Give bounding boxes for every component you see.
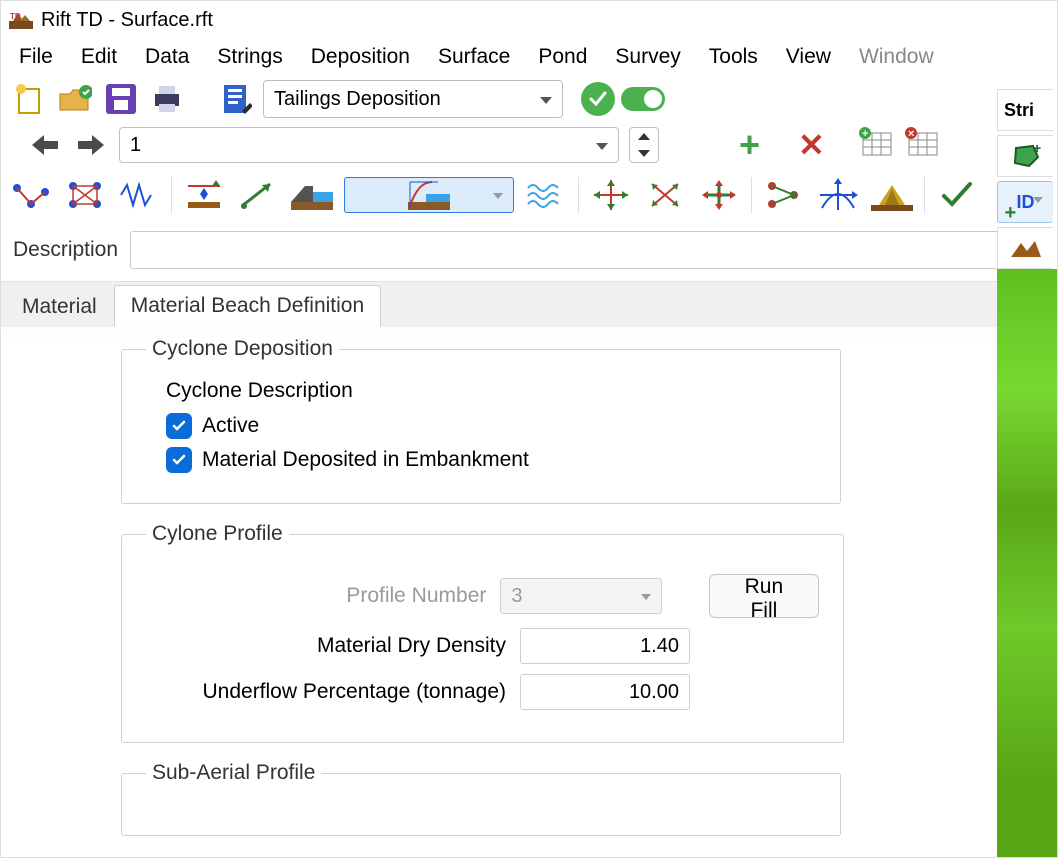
underflow-input[interactable] <box>520 674 690 710</box>
right-side-panel: Stri + ID+ <box>997 89 1057 858</box>
profile-number-select: 3 <box>500 578 662 614</box>
profile-number-label: Profile Number <box>146 584 486 608</box>
menu-strings[interactable]: Strings <box>203 43 296 71</box>
tab-material[interactable]: Material <box>5 286 114 327</box>
new-file-icon[interactable] <box>9 79 49 119</box>
menu-data[interactable]: Data <box>131 43 203 71</box>
right-tab-id[interactable]: ID+ <box>997 181 1053 223</box>
cyclone-profile-group: Cylone Profile Profile Number 3 Run Fill… <box>121 522 844 743</box>
print-icon[interactable] <box>147 79 187 119</box>
add-icon[interactable]: + <box>739 127 760 163</box>
index-dropdown[interactable]: 1 <box>119 127 619 163</box>
density-input[interactable] <box>520 628 690 664</box>
grid-add-icon[interactable]: + <box>857 127 893 163</box>
tab-material-beach[interactable]: Material Beach Definition <box>114 285 381 327</box>
toolbar-analysis <box>1 167 1057 223</box>
index-spinner[interactable] <box>629 127 659 163</box>
cyclone-deposition-group: Cyclone Deposition Cyclone Description A… <box>121 337 841 504</box>
water-waves-icon[interactable] <box>524 173 568 217</box>
nav-back-icon[interactable] <box>27 127 63 163</box>
svg-text:×: × <box>908 128 914 140</box>
right-tab-shape[interactable]: + <box>997 135 1053 177</box>
menu-view[interactable]: View <box>772 43 845 71</box>
menu-file[interactable]: File <box>5 43 67 71</box>
tab-bar: Material Material Beach Definition <box>1 281 1057 327</box>
description-label: Description <box>13 238 118 262</box>
description-row: Description <box>1 223 1057 281</box>
dam-section-icon[interactable] <box>290 173 334 217</box>
right-tab-stri[interactable]: Stri <box>997 89 1053 131</box>
slope-up-icon[interactable] <box>236 173 280 217</box>
menu-window[interactable]: Window <box>845 43 948 71</box>
dam-icon[interactable] <box>870 173 914 217</box>
apply-icon[interactable] <box>581 82 615 116</box>
svg-text:+: + <box>1033 143 1041 156</box>
menu-pond[interactable]: Pond <box>524 43 601 71</box>
embankment-label: Material Deposited in Embankment <box>202 448 529 472</box>
spinner-up-icon[interactable] <box>630 128 658 145</box>
profile-legend: Cylone Profile <box>146 522 289 546</box>
window-title: Rift TD - Surface.rft <box>41 9 213 32</box>
nodes-branch-icon[interactable] <box>762 173 806 217</box>
edit-note-icon[interactable] <box>217 79 257 119</box>
quad-icon[interactable] <box>63 173 107 217</box>
subaerial-legend: Sub-Aerial Profile <box>146 761 321 785</box>
menu-surface[interactable]: Surface <box>424 43 524 71</box>
svg-text:+: + <box>862 128 868 140</box>
curve-dam-icon[interactable] <box>344 177 514 213</box>
toolbar-nav: 1 + ✕ + × <box>1 123 1057 167</box>
app-icon: TD <box>9 11 33 29</box>
menu-tools[interactable]: Tools <box>695 43 772 71</box>
toolbar-main: Tailings Deposition <box>1 75 1057 123</box>
toggle-switch[interactable] <box>621 87 665 111</box>
open-file-icon[interactable] <box>55 79 95 119</box>
active-label: Active <box>202 414 259 438</box>
menu-deposition[interactable]: Deposition <box>297 43 424 71</box>
subaerial-profile-group: Sub-Aerial Profile <box>121 761 841 836</box>
menu-edit[interactable]: Edit <box>67 43 131 71</box>
embankment-checkbox[interactable] <box>166 447 192 473</box>
cyclone-legend: Cyclone Deposition <box>146 337 339 361</box>
grid-delete-icon[interactable]: × <box>903 127 939 163</box>
arrows-plus-icon[interactable] <box>697 173 741 217</box>
cyclone-desc-label: Cyclone Description <box>166 379 816 403</box>
spinner-down-icon[interactable] <box>630 145 658 162</box>
level-height-icon[interactable] <box>182 173 226 217</box>
arrows-in-icon[interactable] <box>589 173 633 217</box>
polyline-icon[interactable] <box>9 173 53 217</box>
axis-curve-icon[interactable] <box>816 173 860 217</box>
check-icon[interactable] <box>935 173 979 217</box>
density-label: Material Dry Density <box>146 634 506 658</box>
mode-dropdown[interactable]: Tailings Deposition <box>263 80 563 118</box>
delete-icon[interactable]: ✕ <box>798 129 825 161</box>
underflow-label: Underflow Percentage (tonnage) <box>146 680 506 704</box>
menu-survey[interactable]: Survey <box>601 43 694 71</box>
svg-text:TD: TD <box>10 12 21 21</box>
arrows-cross-icon[interactable] <box>643 173 687 217</box>
nav-forward-icon[interactable] <box>73 127 109 163</box>
right-tab-terrain[interactable] <box>997 227 1053 269</box>
active-checkbox[interactable] <box>166 413 192 439</box>
save-icon[interactable] <box>101 79 141 119</box>
menu-bar: File Edit Data Strings Deposition Surfac… <box>1 39 1057 75</box>
run-fill-button[interactable]: Run Fill <box>709 574 818 618</box>
title-bar: TD Rift TD - Surface.rft <box>1 1 1057 39</box>
description-input[interactable] <box>130 231 1045 269</box>
panel-area: Cyclone Deposition Cyclone Description A… <box>1 337 1057 857</box>
wave-icon[interactable] <box>117 173 161 217</box>
